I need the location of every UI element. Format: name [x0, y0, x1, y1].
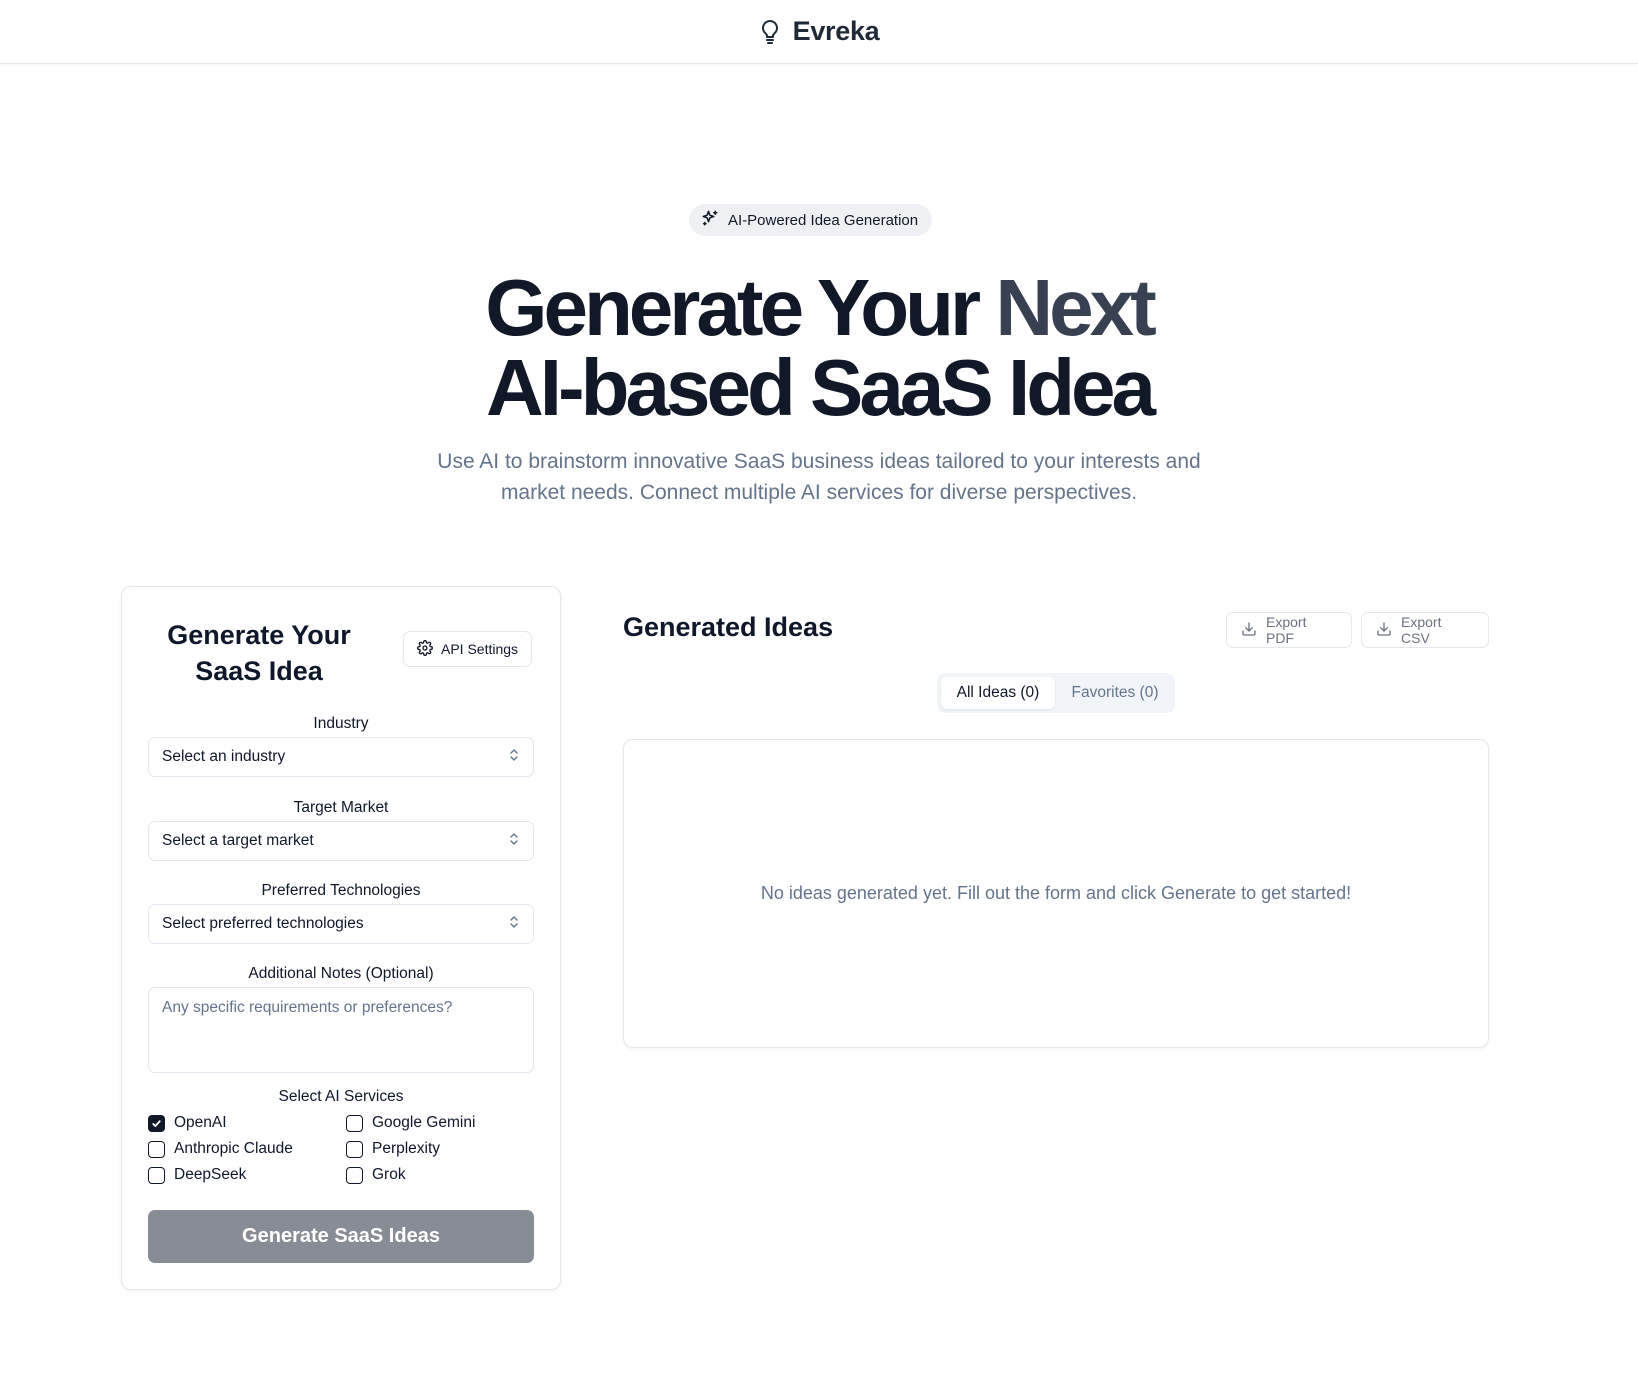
service-label: DeepSeek [174, 1166, 247, 1183]
ai-services-group: OpenAI Google Gemini Anthropic Claude Pe… [148, 1113, 534, 1185]
service-label: Perplexity [372, 1140, 441, 1157]
api-settings-label: API Settings [441, 641, 519, 657]
export-csv-label: Export CSV [1401, 614, 1442, 646]
service-label: Anthropic Claude [174, 1140, 293, 1157]
idea-form-card: Generate Your SaaS Idea API Settings Ind… [121, 586, 561, 1290]
brand-name: Evreka [792, 16, 880, 46]
chevron-up-down-icon [509, 748, 519, 767]
tab-all-ideas[interactable]: All Ideas (0) [941, 677, 1055, 709]
results-title: Generated Ideas [623, 612, 834, 642]
service-label: Grok [372, 1166, 406, 1183]
chevron-up-down-icon [509, 832, 519, 851]
top-navbar: Evreka [0, 0, 1638, 64]
target-market-select-value: Select a target market [162, 832, 314, 849]
ai-services-label: Select AI Services [278, 1088, 404, 1105]
technologies-select-value: Select preferred technologies [162, 915, 364, 932]
service-openai[interactable]: OpenAI [148, 1113, 346, 1133]
ideas-empty-state: No ideas generated yet. Fill out the for… [623, 739, 1489, 1048]
checkbox[interactable] [346, 1114, 363, 1132]
service-label: Google Gemini [372, 1114, 476, 1131]
hero-title: Generate Your Next AI-based SaaS Idea [0, 268, 1638, 428]
industry-label: Industry [313, 715, 369, 732]
chevron-up-down-icon [509, 915, 519, 934]
hero-badge-label: AI-Powered Idea Generation [728, 211, 919, 229]
hero-subtitle: Use AI to brainstorm innovative SaaS bus… [437, 450, 1201, 504]
generate-ideas-button[interactable]: Generate SaaS Ideas [148, 1210, 534, 1263]
service-google-gemini[interactable]: Google Gemini [346, 1113, 534, 1133]
service-label: OpenAI [174, 1114, 227, 1131]
export-csv-button[interactable]: Export CSV [1361, 612, 1489, 648]
notes-textarea[interactable] [148, 987, 534, 1073]
technologies-label: Preferred Technologies [261, 882, 421, 899]
target-market-select[interactable]: Select a target market [148, 821, 534, 861]
download-icon [1376, 621, 1392, 640]
lightbulb-icon [759, 18, 781, 46]
checkbox[interactable] [148, 1166, 165, 1184]
service-deepseek[interactable]: DeepSeek [148, 1165, 346, 1185]
tab-favorites[interactable]: Favorites (0) [1059, 677, 1171, 709]
checkbox[interactable] [148, 1140, 165, 1158]
hero-title-line-2: AI-based SaaS Idea [485, 343, 1156, 432]
export-pdf-button[interactable]: Export PDF [1226, 612, 1352, 648]
checkbox-checked[interactable] [148, 1114, 165, 1132]
notes-label: Additional Notes (Optional) [248, 965, 434, 982]
export-pdf-label: Export PDF [1266, 614, 1307, 646]
brand[interactable]: Evreka [759, 16, 880, 47]
gear-icon [417, 639, 433, 659]
hero-title-line-1-part-1: Generate Your [485, 263, 996, 352]
checkbox[interactable] [346, 1166, 363, 1184]
api-settings-button[interactable]: API Settings [403, 631, 533, 667]
sparkles-icon [701, 209, 719, 231]
form-title: Generate Your SaaS Idea [167, 620, 351, 686]
technologies-select[interactable]: Select preferred technologies [148, 904, 534, 944]
target-market-label: Target Market [293, 799, 389, 816]
service-grok[interactable]: Grok [346, 1165, 534, 1185]
service-anthropic-claude[interactable]: Anthropic Claude [148, 1139, 346, 1159]
hero-title-line-1: Generate Your Next [0, 268, 1638, 348]
industry-select[interactable]: Select an industry [148, 737, 534, 777]
results-tabs: All Ideas (0) Favorites (0) [937, 673, 1175, 713]
checkbox[interactable] [346, 1140, 363, 1158]
empty-state-message: No ideas generated yet. Fill out the for… [760, 883, 1352, 903]
hero-title-line-1-part-2: Next [995, 263, 1156, 352]
service-perplexity[interactable]: Perplexity [346, 1139, 534, 1159]
hero-badge: AI-Powered Idea Generation [689, 204, 933, 236]
download-icon [1241, 621, 1257, 640]
industry-select-value: Select an industry [162, 748, 286, 765]
